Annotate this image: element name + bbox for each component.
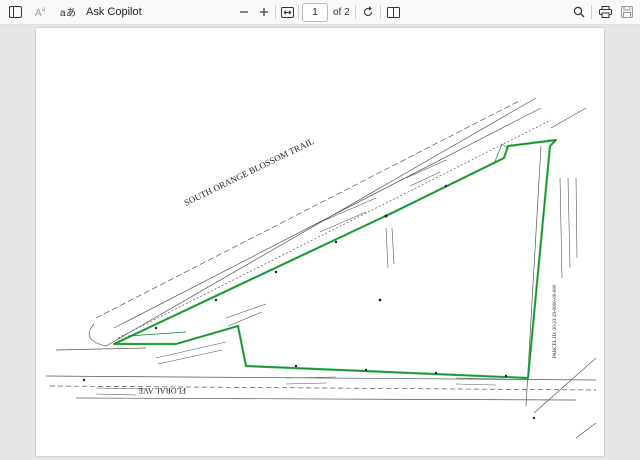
print-icon[interactable] — [596, 0, 614, 24]
rotate-icon[interactable] — [359, 0, 377, 24]
road-label-top: SOUTH ORANGE BLOSSOM TRAIL — [182, 136, 315, 208]
svg-text:あ: あ — [66, 7, 76, 18]
svg-text:A: A — [35, 8, 42, 18]
translate-icon[interactable]: aあ — [58, 0, 78, 24]
fit-width-icon[interactable] — [278, 0, 296, 24]
page-number-input[interactable]: 1 — [302, 3, 328, 22]
pdf-page: SOUTH ORANGE BLOSSOM TRAIL FLORAL AVE PA… — [36, 28, 604, 456]
survey-drawing: SOUTH ORANGE BLOSSOM TRAIL FLORAL AVE PA… — [45, 97, 597, 439]
sidebar-toggle-icon[interactable] — [6, 0, 24, 24]
pdf-toolbar: Aa aあ Ask Copilot 1 of 2 — [0, 0, 640, 25]
zoom-in-icon[interactable] — [256, 0, 272, 24]
page-count: of 2 — [333, 6, 350, 18]
svg-text:a: a — [42, 7, 46, 13]
parcel-id-label: PARCEL ID: 30-23-29-0000-00-000 — [553, 284, 558, 358]
zoom-out-icon[interactable] — [236, 0, 252, 24]
save-icon[interactable] — [618, 0, 636, 24]
page-view-icon[interactable] — [384, 0, 402, 24]
search-icon[interactable] — [570, 0, 588, 24]
read-aloud-icon[interactable]: Aa — [33, 0, 51, 24]
ask-copilot-button[interactable]: Ask Copilot — [86, 0, 142, 24]
road-label-bottom: FLORAL AVE — [138, 386, 186, 395]
